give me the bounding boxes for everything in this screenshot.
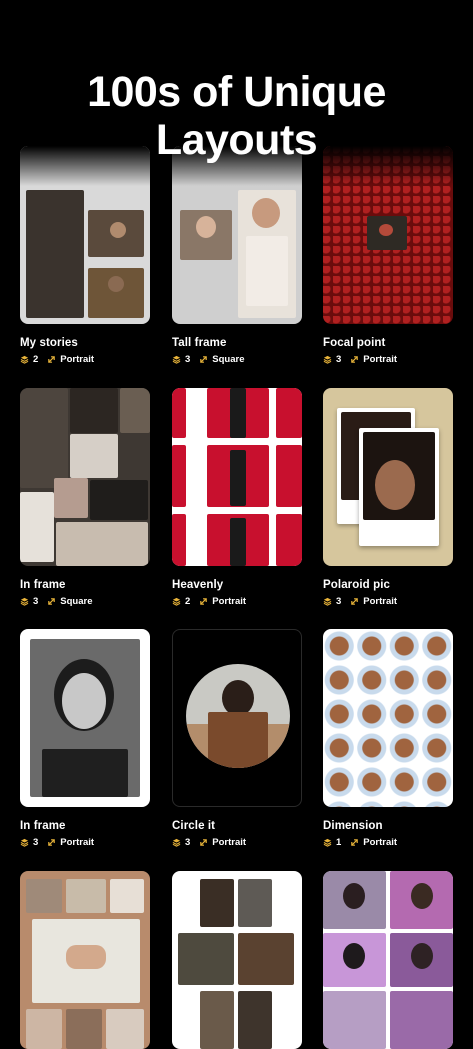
layout-card-collage-purple[interactable] <box>323 871 453 1049</box>
format-label: Square <box>212 354 245 365</box>
photo-count: 3 <box>336 354 342 365</box>
layout-card-dimension[interactable]: Dimension 1 Portrait <box>323 629 453 848</box>
photo-count: 3 <box>185 837 191 848</box>
layout-thumbnail <box>172 146 302 324</box>
layout-card-circle-it[interactable]: Circle it 3 Portrait <box>172 629 302 848</box>
photo-count: 3 <box>185 354 191 365</box>
layout-name: Tall frame <box>172 337 227 349</box>
layout-thumbnail <box>172 629 302 807</box>
photo-count: 3 <box>336 596 342 607</box>
layers-icon <box>323 838 332 847</box>
photo-count: 3 <box>33 596 39 607</box>
layout-name: In frame <box>20 820 66 832</box>
layout-card-polaroid-pic[interactable]: Polaroid pic 3 Portrait <box>323 388 453 607</box>
resize-arrow-icon <box>200 598 208 605</box>
layout-name: Heavenly <box>172 579 224 591</box>
resize-arrow-icon <box>351 839 359 846</box>
layout-card-in-frame-portrait[interactable]: In frame 3 Portrait <box>20 629 150 848</box>
layout-card-collage-white[interactable] <box>172 871 302 1049</box>
resize-arrow-icon <box>48 598 56 605</box>
format-label: Portrait <box>363 354 398 365</box>
resize-arrow-icon <box>351 598 359 605</box>
layers-icon <box>172 838 181 847</box>
layers-icon <box>20 838 29 847</box>
format-label: Square <box>60 596 93 607</box>
layout-meta: 3 Portrait <box>20 837 150 848</box>
layout-thumbnail <box>323 629 453 807</box>
format-label: Portrait <box>363 596 398 607</box>
resize-arrow-icon <box>351 356 359 363</box>
layers-icon <box>172 597 181 606</box>
format-label: Portrait <box>212 837 247 848</box>
layout-thumbnail <box>20 629 150 807</box>
layout-card-tall-frame[interactable]: Tall frame 3 Square <box>172 146 302 365</box>
layout-thumbnail <box>323 146 453 324</box>
layout-meta: 3 Square <box>172 354 302 365</box>
layout-name: Focal point <box>323 337 386 349</box>
layout-thumbnail <box>20 871 150 1049</box>
layout-card-heavenly[interactable]: Heavenly 2 Portrait <box>172 388 302 607</box>
layers-icon <box>323 355 332 364</box>
layout-thumbnail <box>20 146 150 324</box>
layout-thumbnail <box>323 388 453 566</box>
layout-meta: 1 Portrait <box>323 837 453 848</box>
format-label: Portrait <box>60 837 95 848</box>
title-line-1: 100s of Unique <box>87 68 386 116</box>
format-label: Portrait <box>363 837 398 848</box>
layout-meta: 3 Portrait <box>323 354 453 365</box>
page-title: 100s of Unique Layouts <box>0 68 473 164</box>
layout-meta: 3 Portrait <box>323 596 453 607</box>
format-label: Portrait <box>60 354 95 365</box>
layout-thumbnail <box>323 871 453 1049</box>
resize-arrow-icon <box>48 356 56 363</box>
layers-icon <box>172 355 181 364</box>
layout-card-in-frame-square[interactable]: In frame 3 Square <box>20 388 150 607</box>
format-label: Portrait <box>212 596 247 607</box>
resize-arrow-icon <box>48 839 56 846</box>
photo-count: 2 <box>185 596 191 607</box>
layers-icon <box>20 597 29 606</box>
layout-card-focal-point[interactable]: Focal point 3 Portrait <box>323 146 453 365</box>
layout-meta: 2 Portrait <box>172 596 302 607</box>
resize-arrow-icon <box>200 356 208 363</box>
layout-name: In frame <box>20 579 66 591</box>
resize-arrow-icon <box>200 839 208 846</box>
photo-count: 1 <box>336 837 342 848</box>
layout-card-my-stories[interactable]: My stories 2 Portrait <box>20 146 150 365</box>
layout-thumbnail <box>172 871 302 1049</box>
layout-meta: 2 Portrait <box>20 354 150 365</box>
layout-name: Circle it <box>172 820 216 832</box>
layout-meta: 3 Square <box>20 596 150 607</box>
layout-thumbnail <box>20 388 150 566</box>
layout-thumbnail <box>172 388 302 566</box>
photo-count: 2 <box>33 354 39 365</box>
layers-icon <box>20 355 29 364</box>
photo-count: 3 <box>33 837 39 848</box>
layers-icon <box>323 597 332 606</box>
layout-meta: 3 Portrait <box>172 837 302 848</box>
layout-name: Polaroid pic <box>323 579 391 591</box>
title-line-2: Layouts <box>155 116 318 164</box>
layout-card-collage-beige[interactable] <box>20 871 150 1049</box>
layout-name: My stories <box>20 337 78 349</box>
layout-name: Dimension <box>323 820 383 832</box>
